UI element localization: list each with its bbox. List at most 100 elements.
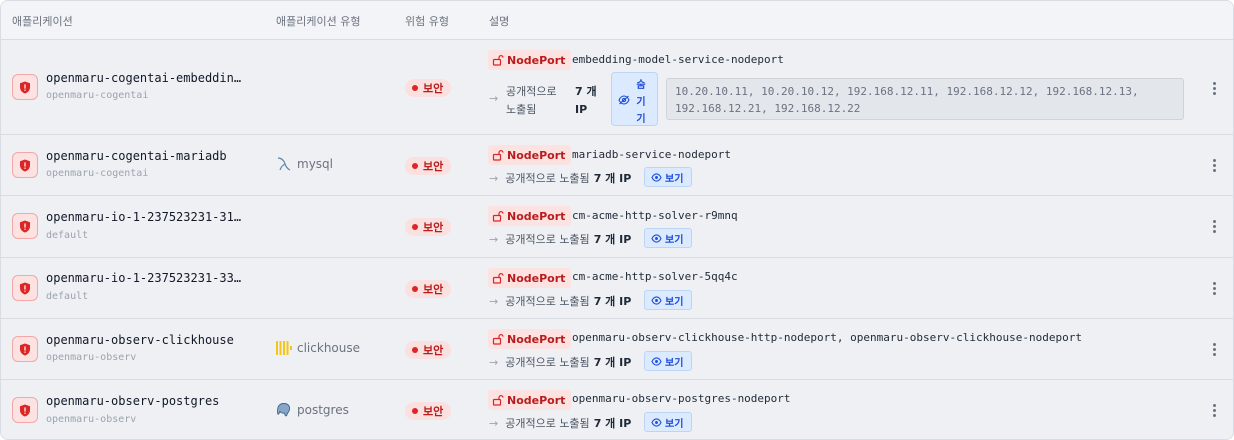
clickhouse-bars-icon bbox=[276, 341, 292, 355]
unlock-icon bbox=[492, 150, 504, 161]
nodeport-label: NodePort bbox=[507, 53, 566, 67]
app-name[interactable]: openmaru-observ-postgres bbox=[46, 394, 219, 408]
ip-count: 7 개 IP bbox=[593, 417, 632, 430]
view-ips-button[interactable]: 보기 bbox=[644, 290, 693, 310]
exposed-label: 공개적으로 노출됨 bbox=[505, 233, 590, 246]
column-header-application[interactable]: 애플리케이션 bbox=[12, 13, 73, 29]
exposed-label: 공개적으로 노출됨 bbox=[505, 417, 590, 430]
table-row[interactable]: openmaru-io-1-237523231-31… default 보안 N… bbox=[1, 196, 1233, 258]
view-ips-button[interactable]: 보기 bbox=[644, 351, 693, 371]
exposed-text-line1: 공개적으로 bbox=[506, 85, 557, 98]
nodeport-badge: NodePort bbox=[488, 145, 572, 165]
app-name[interactable]: openmaru-cogentai-mariadb bbox=[46, 149, 227, 163]
view-label: 보기 bbox=[665, 418, 684, 430]
column-header-risk-type[interactable]: 위험 유형 bbox=[405, 13, 449, 29]
app-type-label: clickhouse bbox=[297, 341, 360, 355]
shield-alert-icon bbox=[12, 275, 38, 301]
table-row[interactable]: openmaru-cogentai-mariadb openmaru-cogen… bbox=[1, 135, 1233, 196]
eye-icon bbox=[651, 356, 662, 366]
risk-dot-icon bbox=[412, 408, 418, 414]
exposed-text: → 공개적으로 노출됨 7 개 IP bbox=[489, 415, 631, 431]
arrow-right-icon: → bbox=[489, 416, 499, 430]
eye-icon bbox=[651, 172, 662, 182]
mysql-dolphin-icon bbox=[277, 157, 291, 171]
unlock-icon bbox=[492, 395, 504, 406]
ip-list-line: 10.20.10.11, 10.20.10.12, 192.168.12.11,… bbox=[675, 85, 1139, 98]
more-options-icon[interactable] bbox=[1206, 218, 1222, 234]
nodeport-badge: NodePort bbox=[488, 268, 572, 288]
app-namespace: default bbox=[46, 230, 89, 241]
hide-label-char: 숨 bbox=[636, 80, 646, 91]
risk-badge: 보안 bbox=[405, 79, 452, 97]
view-label: 보기 bbox=[665, 296, 684, 308]
nodeport-badge: NodePort bbox=[488, 50, 572, 70]
risk-dot-icon bbox=[412, 347, 418, 353]
ip-count-line2: IP bbox=[575, 103, 588, 116]
app-type: clickhouse bbox=[276, 341, 360, 355]
more-options-icon[interactable] bbox=[1206, 402, 1222, 418]
risk-dot-icon bbox=[412, 224, 418, 230]
app-namespace: openmaru-observ bbox=[46, 352, 137, 363]
nodeport-label: NodePort bbox=[507, 209, 566, 223]
postgres-elephant-icon bbox=[277, 403, 291, 417]
arrow-right-icon: → bbox=[489, 92, 499, 105]
shield-alert-icon bbox=[12, 74, 38, 100]
more-options-icon[interactable] bbox=[1206, 280, 1222, 296]
view-ips-button[interactable]: 보기 bbox=[644, 228, 693, 248]
applications-table: 애플리케이션 애플리케이션 유형 위험 유형 설명 openmaru-cogen… bbox=[0, 0, 1234, 440]
eye-off-icon bbox=[618, 95, 630, 105]
unlock-icon bbox=[492, 273, 504, 284]
app-type: mysql bbox=[276, 156, 333, 172]
exposed-text-line2: 노출됨 bbox=[506, 103, 537, 116]
service-name: embedding-model-service-nodeport bbox=[572, 53, 784, 66]
shield-alert-icon bbox=[12, 152, 38, 178]
service-name: mariadb-service-nodeport bbox=[572, 148, 731, 161]
hide-ips-button[interactable]: 숨 기 기 bbox=[611, 72, 658, 126]
more-options-icon[interactable] bbox=[1206, 157, 1222, 173]
view-label: 보기 bbox=[665, 234, 684, 246]
risk-badge: 보안 bbox=[405, 341, 452, 359]
risk-label: 보안 bbox=[423, 160, 444, 173]
ip-count: 7 개 IP bbox=[593, 172, 632, 185]
table-row[interactable]: openmaru-observ-postgres openmaru-observ… bbox=[1, 380, 1233, 439]
table-header: 애플리케이션 애플리케이션 유형 위험 유형 설명 bbox=[1, 1, 1233, 40]
hide-label-char: 기 bbox=[636, 114, 646, 125]
risk-label: 보안 bbox=[423, 221, 444, 234]
column-header-description[interactable]: 설명 bbox=[489, 13, 509, 29]
exposed-label: 공개적으로 노출됨 bbox=[505, 295, 590, 308]
app-type-label: postgres bbox=[297, 403, 349, 417]
more-options-icon[interactable] bbox=[1206, 80, 1222, 96]
ip-count: 7 개 IP bbox=[575, 83, 597, 119]
eye-icon bbox=[651, 417, 662, 427]
table-row[interactable]: openmaru-io-1-237523231-33… default 보안 N… bbox=[1, 258, 1233, 319]
app-name[interactable]: openmaru-observ-clickhouse bbox=[46, 333, 234, 347]
app-name[interactable]: openmaru-io-1-237523231-31… bbox=[46, 210, 241, 224]
nodeport-label: NodePort bbox=[507, 393, 566, 407]
risk-dot-icon bbox=[412, 286, 418, 292]
exposed-text: → 공개적으로 노출됨 7 개 IP bbox=[489, 231, 631, 247]
view-ips-button[interactable]: 보기 bbox=[644, 167, 693, 187]
column-header-app-type[interactable]: 애플리케이션 유형 bbox=[276, 13, 360, 29]
exposed-text: → 공개적으로 노출됨 7 개 IP bbox=[489, 170, 631, 186]
view-ips-button[interactable]: 보기 bbox=[644, 412, 693, 432]
risk-label: 보안 bbox=[423, 283, 444, 296]
unlock-icon bbox=[492, 55, 504, 66]
service-name: cm-acme-http-solver-5qq4c bbox=[572, 270, 738, 283]
service-name: cm-acme-http-solver-r9mnq bbox=[572, 209, 738, 222]
arrow-right-icon: → bbox=[489, 294, 499, 308]
ip-count-line1: 7 개 bbox=[575, 85, 597, 98]
shield-alert-icon bbox=[12, 213, 38, 239]
nodeport-label: NodePort bbox=[507, 148, 566, 162]
unlock-icon bbox=[492, 211, 504, 222]
app-name[interactable]: openmaru-io-1-237523231-33… bbox=[46, 271, 241, 285]
risk-badge: 보안 bbox=[405, 157, 452, 175]
arrow-right-icon: → bbox=[489, 355, 499, 369]
ip-count: 7 개 IP bbox=[593, 233, 632, 246]
nodeport-badge: NodePort bbox=[488, 206, 572, 226]
more-options-icon[interactable] bbox=[1206, 341, 1222, 357]
eye-icon bbox=[651, 233, 662, 243]
shield-alert-icon bbox=[12, 397, 38, 423]
hide-label-char: 기 bbox=[636, 97, 646, 108]
table-row[interactable]: openmaru-observ-clickhouse openmaru-obse… bbox=[1, 319, 1233, 380]
app-name[interactable]: openmaru-cogentai-embeddin… bbox=[46, 71, 241, 85]
